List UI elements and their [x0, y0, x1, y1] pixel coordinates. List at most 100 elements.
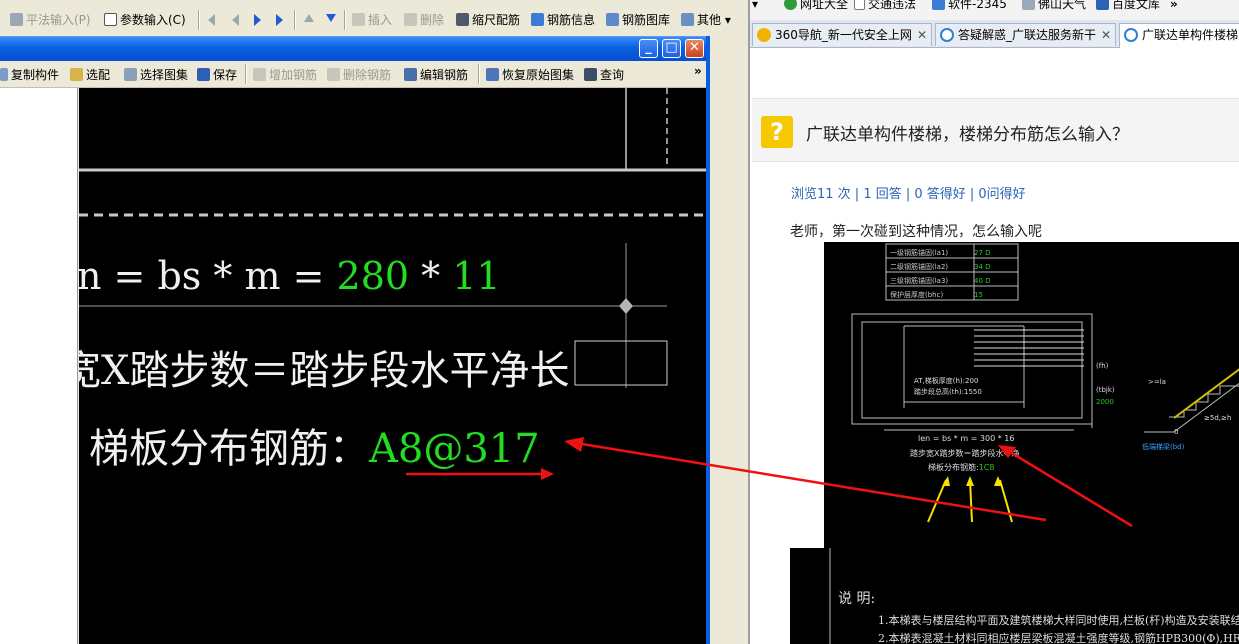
cad-text-selection-box	[574, 340, 668, 386]
toolbar-divider	[245, 64, 247, 84]
library-icon	[606, 13, 619, 26]
ie-icon	[1124, 28, 1138, 42]
browser-window: ▾ 网址大全 交通违法 软件-2345 佛山天气 百度文库 » 360导航_新一…	[748, 0, 1239, 644]
query-button[interactable]: 查询	[584, 67, 624, 83]
minimize-button[interactable]: _	[639, 39, 658, 58]
cad-formula-star: *	[421, 254, 441, 298]
fav-software[interactable]: 软件-2345	[932, 0, 1007, 14]
dim-2000-label: 2000	[1096, 398, 1114, 406]
binoculars-icon	[584, 68, 597, 81]
tab-360-nav[interactable]: 360导航_新一代安全上网 ✕	[752, 23, 932, 46]
note-line-1: 1.本梯表与楼层结构平面及建筑楼梯大样同时使用,栏板(杆)构造及安装联结预埋铁件…	[878, 614, 1239, 627]
main-toolbar: 平法输入(P) 参数输入(C) 插入 删除 缩尺配筋 钢筋信息 钢筋图库 其他 …	[0, 0, 748, 39]
cad-dist-rebar-label: 梯板分布钢筋：	[89, 426, 369, 472]
delete-label: 删除	[420, 13, 445, 27]
ie-icon	[940, 28, 954, 42]
attached-image[interactable]: 一级钢筋锚固(la1) 27 D 二级钢筋锚固(la2) 34 D 三级钢筋锚固(l…	[824, 242, 1239, 644]
thumb-step-line: 踏步宽X踏步数＝踏步段水平净	[910, 449, 1020, 458]
toolbar-overflow-button[interactable]: »	[694, 63, 702, 79]
cad-grip-point[interactable]	[619, 298, 633, 314]
page-icon	[854, 0, 865, 10]
cad-formula-m: 11	[452, 254, 501, 298]
software-icon	[932, 0, 945, 10]
thumb-dist-rebar: 梯板分布钢筋:1C8	[928, 463, 995, 472]
save-icon	[197, 68, 210, 81]
globe-icon	[784, 0, 797, 10]
close-button[interactable]: ✕	[685, 39, 704, 58]
query-label: 查询	[600, 68, 625, 82]
select-atlas-button[interactable]: 选择图集	[124, 67, 188, 83]
add-rebar-button[interactable]: 增加钢筋	[253, 67, 317, 83]
tab-label: 广联达单构件楼梯	[1142, 28, 1239, 42]
move-up-icon[interactable]	[304, 14, 314, 22]
rebar-library-label: 钢筋图库	[622, 13, 671, 27]
tab-label: 360导航_新一代安全上网	[775, 28, 912, 42]
fav-label: 交通违法	[868, 0, 917, 11]
at-thickness-label: AT,梯板厚度(h):200	[914, 377, 979, 385]
favorites-more-button[interactable]: »	[1170, 0, 1178, 14]
table-row: 一级钢筋锚固(la1) 27 D	[890, 249, 991, 257]
section-rebar-line	[1173, 368, 1239, 419]
yellow-arrows	[927, 479, 1013, 523]
restore-atlas-button[interactable]: 恢复原始图集	[486, 67, 574, 83]
copy-component-button[interactable]: 复制构件	[0, 67, 59, 83]
rebar-library-button[interactable]: 钢筋图库	[606, 11, 670, 29]
fav-label: 佛山天气	[1038, 0, 1087, 11]
toolbar-divider	[294, 10, 296, 30]
fav-baidu-wenku[interactable]: 百度文库	[1096, 0, 1160, 14]
favorites-arrow-icon[interactable]: ▾	[752, 0, 758, 14]
favorites-bar: ▾ 网址大全 交通违法 软件-2345 佛山天气 百度文库 »	[750, 0, 1239, 20]
delete-rebar-button[interactable]: 删除钢筋	[327, 67, 391, 83]
delete-button[interactable]: 删除	[404, 11, 444, 29]
question-stats[interactable]: 浏览11 次 | 1 回答 | 0 答得好 | 0问得好	[791, 183, 1026, 202]
scale-rebar-button[interactable]: 缩尺配筋	[456, 11, 520, 29]
other-menu-button[interactable]: 其他 ▾	[681, 11, 731, 29]
attached-image-left-strip	[790, 548, 828, 644]
thumb-formula: len = bs * m = 300 * 16	[918, 434, 1015, 443]
first-record-icon[interactable]	[208, 14, 215, 26]
tab-close-icon[interactable]: ✕	[913, 24, 927, 46]
info-icon	[531, 13, 544, 26]
tab-glodon-stair[interactable]: 广联达单构件楼梯	[1119, 23, 1239, 48]
fav-traffic[interactable]: 交通违法	[854, 0, 916, 14]
tab-label: 答疑解惑_广联达服务新干	[958, 28, 1097, 42]
atlas-icon	[124, 68, 137, 81]
insert-button[interactable]: 插入	[352, 11, 392, 29]
last-record-icon[interactable]	[276, 14, 283, 26]
table-row: 三级钢筋锚固(la3) 40 D	[890, 277, 991, 285]
flat-input-button[interactable]: 平法输入(P)	[10, 11, 91, 29]
360-logo-icon	[757, 28, 771, 42]
tab-glodon-faq[interactable]: 答疑解惑_广联达服务新干 ✕	[935, 23, 1116, 46]
fav-url-directory[interactable]: 网址大全	[784, 0, 848, 14]
bottom-beam-label: 低端梯梁(bd)	[1142, 443, 1185, 451]
fav-weather[interactable]: 佛山天气	[1022, 0, 1086, 14]
flat-input-label: 平法输入(P)	[26, 13, 91, 27]
select-match-label: 选配	[86, 68, 111, 82]
paw-icon	[1096, 0, 1109, 10]
add-rebar-icon	[253, 68, 266, 81]
cad-dist-rebar-value[interactable]: A8@317	[369, 426, 540, 472]
desktop-gap	[710, 36, 748, 644]
select-match-button[interactable]: 选配	[70, 67, 110, 83]
grid-icon	[10, 13, 23, 26]
move-down-icon[interactable]	[326, 14, 336, 22]
fh-label: (fh)	[1096, 362, 1109, 370]
toolbar-divider	[344, 10, 346, 30]
other-label: 其他	[697, 13, 722, 27]
maximize-button[interactable]: □	[662, 39, 681, 58]
rebar-info-label: 钢筋信息	[547, 13, 596, 27]
cad-drawing-canvas[interactable]: n = bs * m = 280 * 11 宽X踏步数＝踏步段水平净长 梯板分布…	[79, 88, 706, 644]
table-row: 二级钢筋锚固(la2) 34 D	[890, 263, 991, 271]
next-record-icon[interactable]	[254, 14, 261, 26]
rebar-info-button[interactable]: 钢筋信息	[531, 11, 595, 29]
add-rebar-label: 增加钢筋	[269, 68, 318, 82]
save-button[interactable]: 保存	[197, 67, 237, 83]
edit-rebar-button[interactable]: 编辑钢筋	[404, 67, 468, 83]
scale-rebar-label: 缩尺配筋	[472, 13, 521, 27]
edit-rebar-label: 编辑钢筋	[420, 68, 469, 82]
tab-bar: 360导航_新一代安全上网 ✕ 答疑解惑_广联达服务新干 ✕ 广联达单构件楼梯	[750, 20, 1239, 48]
param-input-button[interactable]: 参数输入(C)	[104, 11, 186, 29]
fav-label: 网址大全	[800, 0, 849, 11]
tab-close-icon[interactable]: ✕	[1097, 24, 1111, 46]
prev-record-icon[interactable]	[232, 14, 239, 26]
